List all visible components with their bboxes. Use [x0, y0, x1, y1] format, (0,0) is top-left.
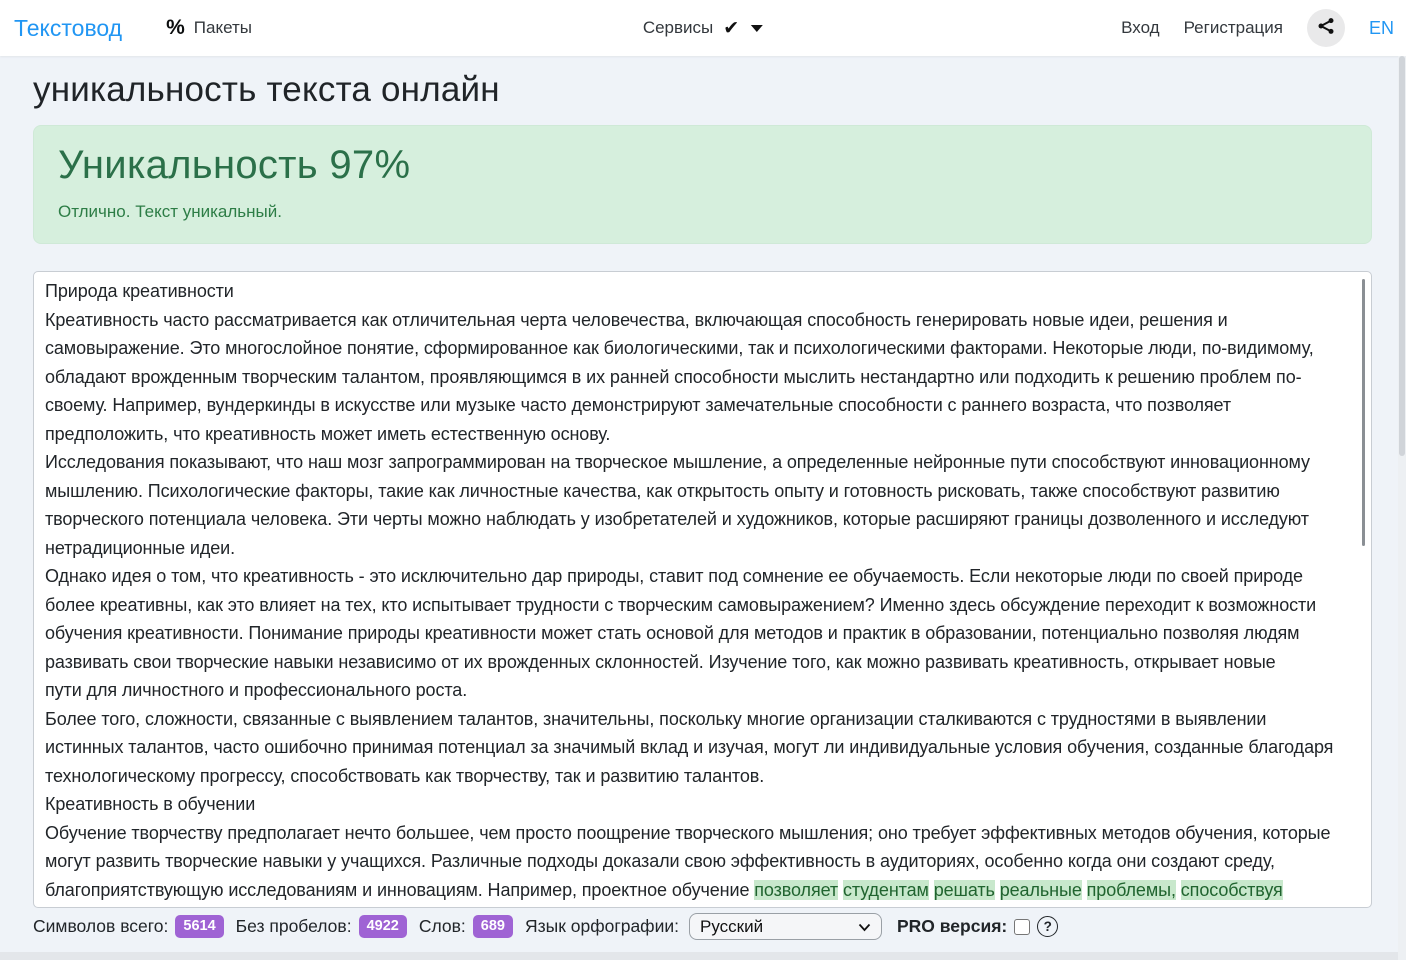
words-label: Слов: — [418, 916, 466, 936]
no-spaces-badge: 4922 — [358, 915, 407, 938]
editor-line: творческого потенциала человека. Эти чер… — [45, 509, 1309, 529]
language-switch[interactable]: EN — [1369, 18, 1394, 39]
selected-language: Русский — [700, 916, 764, 936]
spelling-language-select[interactable]: Русский — [689, 913, 882, 940]
uniqueness-heading: Уникальность 97% — [58, 143, 411, 187]
chars-total-badge: 5614 — [175, 915, 224, 938]
editor-line: Природа креативности — [45, 281, 234, 301]
nav-item-services[interactable]: Сервисы ✔ — [642, 17, 764, 40]
help-icon[interactable]: ? — [1037, 916, 1059, 937]
highlighted-word: проблемы, — [1086, 879, 1176, 900]
editor-line: мышлению. Психологические факторы, такие… — [45, 480, 1280, 501]
page-scrollbar-thumb[interactable] — [1399, 56, 1405, 456]
status-bar: Символов всего: 5614 Без пробелов: 4922 … — [33, 913, 1372, 940]
pro-version-label: PRO версия: — [897, 916, 1008, 936]
editor-scrollbar[interactable] — [1362, 279, 1365, 546]
editor-line: могут развить творческие навыки у учащих… — [45, 851, 1275, 871]
editor-line: самовыражение. Это многослойное понятие,… — [45, 338, 1314, 358]
editor-line: Исследования показывают, что наш мозг за… — [45, 452, 1310, 472]
editor-line: истинных талантов, часто ошибочно приним… — [45, 737, 1334, 757]
chevron-down-icon — [751, 24, 764, 32]
nav-item-packages[interactable]: % Пакеты — [166, 16, 252, 40]
site-logo[interactable]: Текстовод — [14, 15, 122, 42]
editor-line: Креативность в обучении — [45, 794, 256, 814]
spelling-language-label: Язык орфографии: — [524, 916, 679, 936]
no-spaces-label: Без пробелов: — [235, 916, 352, 936]
editor-line: технологическому прогрессу, способствова… — [45, 765, 765, 786]
editor-line: нетрадиционные идеи. — [45, 537, 236, 558]
editor-line: Более того, сложности, связанные с выявл… — [45, 708, 1267, 729]
editor-line: более креативны, как это влияет на тех, … — [45, 594, 1317, 615]
words-badge: 689 — [472, 915, 513, 938]
login-link[interactable]: Вход — [1121, 18, 1159, 38]
editor-line: предположить, что креативность может име… — [45, 423, 611, 444]
uniqueness-result-box: Уникальность 97% Отлично. Текст уникальн… — [33, 125, 1372, 244]
pro-version-checkbox[interactable] — [1014, 918, 1031, 935]
page-scrollbar[interactable] — [1398, 56, 1406, 960]
text-editor[interactable]: Природа креативности Креативность часто р… — [33, 271, 1372, 908]
uniqueness-subtext: Отлично. Текст уникальный. — [58, 202, 282, 221]
highlighted-word: способствуя — [1180, 879, 1283, 900]
main-content: уникальность текста онлайн Уникальность … — [0, 70, 1406, 940]
editor-line: Однако идея о том, что креативность - эт… — [45, 566, 1303, 586]
navbar: Текстовод % Пакеты Сервисы ✔ Вход Регист… — [0, 0, 1406, 56]
editor-line: развивать свои творческие навыки независ… — [45, 651, 1276, 672]
packages-label: Пакеты — [193, 18, 252, 37]
highlighted-word: решать — [933, 879, 995, 900]
share-button[interactable] — [1306, 9, 1345, 47]
editor-line: Креативность часто рассматривается как о… — [45, 309, 1228, 330]
percent-icon: % — [166, 16, 185, 39]
services-label: Сервисы — [642, 18, 714, 37]
highlighted-word: студентам — [842, 879, 929, 900]
footer-strip — [0, 952, 1406, 960]
page-title: уникальность текста онлайн — [33, 70, 500, 109]
editor-line: своему. Например, вундеркинды в искусств… — [45, 395, 1231, 415]
register-link[interactable]: Регистрация — [1184, 18, 1283, 38]
editor-line: пути для личностного и профессионального… — [45, 680, 468, 700]
editor-content: Природа креативности Креативность часто р… — [45, 277, 1360, 904]
share-icon — [1316, 16, 1336, 41]
editor-line: благоприятствующую исследованиям и иннов… — [45, 879, 1283, 900]
editor-line: обучения креативности. Понимание природы… — [45, 623, 1300, 643]
select-chevron-icon — [858, 917, 871, 937]
highlighted-word: реальные — [999, 879, 1082, 900]
chars-total-label: Символов всего: — [33, 916, 169, 936]
highlighted-word: позволяет — [754, 879, 839, 900]
editor-line: Обучение творчеству предполагает нечто б… — [45, 822, 1331, 843]
checkmark-icon: ✔ — [723, 17, 740, 39]
editor-line: обладают врожденным творческим талантом,… — [45, 366, 1302, 387]
